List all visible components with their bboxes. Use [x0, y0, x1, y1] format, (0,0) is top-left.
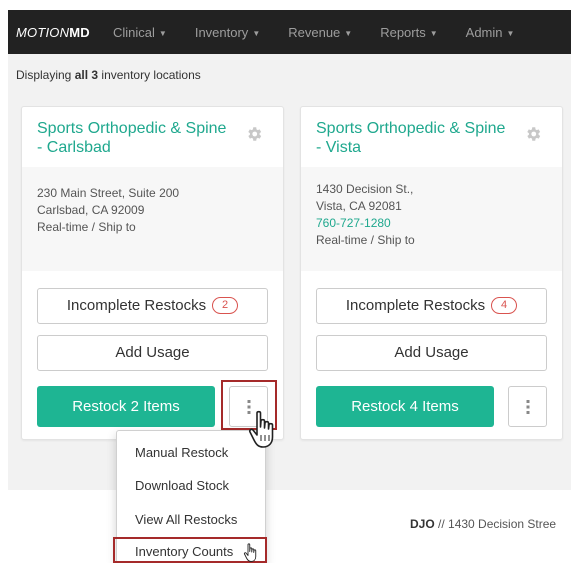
location-title[interactable]: Sports Orthopedic & Spine - Vista [316, 119, 506, 157]
location-address-block: 1430 Decision St., Vista, CA 92081 760-7… [301, 167, 562, 271]
footer-company: DJO [410, 517, 435, 531]
incomplete-restocks-button[interactable]: Incomplete Restocks 2 [37, 288, 268, 324]
more-actions-dropdown: Manual Restock Download Stock View All R… [116, 430, 266, 563]
footer-address: // 1430 Decision Stree [434, 517, 557, 531]
phone-link[interactable]: 760-727-1280 [316, 215, 547, 232]
menu-item-inventory-counts[interactable]: Inventory Counts [135, 544, 233, 559]
menu-item-download-stock[interactable]: Download Stock [135, 478, 229, 493]
summary-suffix: inventory locations [98, 68, 201, 82]
nav-clinical[interactable]: Clinical ▼ [113, 25, 167, 40]
location-mode: Real-time / Ship to [37, 220, 136, 234]
caret-down-icon: ▼ [344, 28, 353, 38]
location-count-summary: Displaying all 3 inventory locations [16, 68, 201, 82]
restock-items-button[interactable]: Restock 4 Items [316, 386, 494, 427]
incomplete-restocks-badge: 2 [212, 297, 239, 314]
address-line-2: Carlsbad, CA 92009 [37, 203, 145, 217]
location-mode: Real-time / Ship to [316, 233, 415, 247]
nav-clinical-label: Clinical [113, 24, 155, 40]
address-line-2: Vista, CA 92081 [316, 199, 402, 213]
add-usage-button[interactable]: Add Usage [316, 335, 547, 371]
nav-inventory[interactable]: Inventory ▼ [195, 25, 260, 40]
top-navbar: MOTIONMD Clinical ▼ Inventory ▼ Revenue ▼ R… [8, 10, 571, 54]
summary-count: all 3 [74, 68, 99, 82]
incomplete-restocks-label: Incomplete Restocks [345, 297, 486, 314]
nav-reports[interactable]: Reports ▼ [380, 25, 437, 40]
nav-inventory-label: Inventory [194, 24, 249, 40]
gear-icon[interactable] [245, 125, 263, 143]
brand-suffix: MD [69, 24, 90, 40]
incomplete-restocks-label: Incomplete Restocks [66, 297, 207, 314]
location-address-block: 230 Main Street, Suite 200 Carlsbad, CA … [22, 167, 283, 271]
more-actions-button[interactable] [508, 386, 547, 427]
summary-prefix: Displaying [16, 68, 75, 82]
caret-down-icon: ▼ [158, 28, 167, 38]
brand-prefix: MOTION [16, 24, 70, 40]
vertical-ellipsis-icon [526, 400, 530, 414]
location-card-vista: Sports Orthopedic & Spine - Vista 1430 D… [300, 106, 563, 440]
card-header: Sports Orthopedic & Spine - Vista [301, 107, 562, 165]
location-card-carlsbad: Sports Orthopedic & Spine - Carlsbad 230… [21, 106, 284, 440]
nav-revenue[interactable]: Revenue ▼ [288, 25, 352, 40]
incomplete-restocks-button[interactable]: Incomplete Restocks 4 [316, 288, 547, 324]
vertical-ellipsis-icon [247, 400, 251, 414]
brand-logo[interactable]: MOTIONMD [8, 25, 113, 40]
nav-reports-label: Reports [380, 24, 426, 40]
caret-down-icon: ▼ [429, 28, 438, 38]
nav-admin-label: Admin [465, 24, 503, 40]
menu-item-view-all-restocks[interactable]: View All Restocks [135, 512, 237, 527]
footer-text: DJO // 1430 Decision Stree [410, 517, 556, 531]
caret-down-icon: ▼ [252, 28, 261, 38]
add-usage-button[interactable]: Add Usage [37, 335, 268, 371]
location-title[interactable]: Sports Orthopedic & Spine - Carlsbad [37, 119, 227, 157]
nav-admin[interactable]: Admin ▼ [466, 25, 515, 40]
more-actions-button[interactable] [229, 386, 268, 427]
menu-item-manual-restock[interactable]: Manual Restock [135, 445, 228, 460]
nav-revenue-label: Revenue [288, 24, 341, 40]
address-line-1: 230 Main Street, Suite 200 [37, 186, 180, 200]
address-line-1: 1430 Decision St., [316, 182, 414, 196]
card-header: Sports Orthopedic & Spine - Carlsbad [22, 107, 283, 165]
incomplete-restocks-badge: 4 [491, 297, 518, 314]
gear-icon[interactable] [524, 125, 542, 143]
caret-down-icon: ▼ [506, 28, 515, 38]
restock-items-button[interactable]: Restock 2 Items [37, 386, 215, 427]
